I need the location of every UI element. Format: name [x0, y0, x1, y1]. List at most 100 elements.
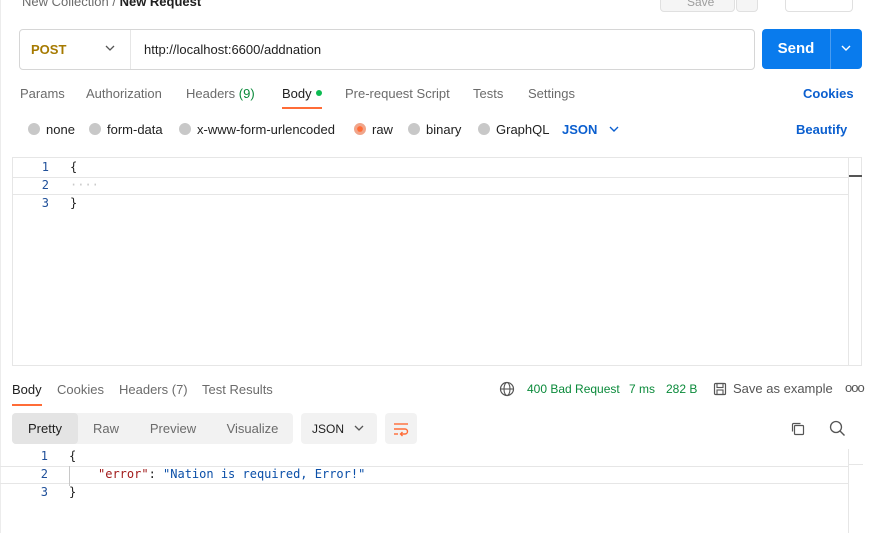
view-preview[interactable]: Preview [134, 413, 212, 444]
radio-urlencoded-label: x-www-form-urlencoded [197, 122, 335, 137]
top-bar: New Collection / New Request Save [0, 0, 875, 14]
url-bar: POST http://localhost:6600/addnation [19, 29, 755, 70]
radio-raw[interactable]: raw [354, 122, 393, 137]
save-dropdown-button[interactable] [736, 0, 758, 12]
radio-none[interactable]: none [28, 122, 75, 137]
save-as-example-button[interactable]: Save as example [713, 381, 833, 396]
code-text: { [69, 449, 77, 463]
scrollbar-thumb[interactable] [849, 449, 863, 465]
headers-count-badge: (9) [238, 86, 255, 101]
send-button[interactable]: Send [762, 40, 830, 57]
save-icon [713, 382, 727, 396]
response-status[interactable]: 400 Bad Request [527, 382, 620, 396]
send-divider [830, 29, 831, 69]
copy-icon[interactable] [790, 421, 806, 437]
response-body-viewer[interactable]: 1 { 2 "error": "Nation is required, Erro… [0, 449, 863, 533]
chevron-down-icon [105, 45, 115, 51]
editor-scrollbar[interactable] [848, 158, 862, 365]
line-number: 2 [41, 178, 49, 192]
edit-comment-toggle[interactable] [785, 0, 853, 12]
radio-circle-icon [478, 123, 490, 135]
beautify-button[interactable]: Beautify [796, 122, 847, 137]
breadcrumb: New Collection / New Request [22, 0, 201, 9]
line-number: 1 [41, 160, 49, 174]
line-number: 3 [40, 485, 48, 499]
indent-guide [69, 466, 70, 486]
globe-icon[interactable] [499, 381, 515, 397]
radio-circle-icon [28, 123, 40, 135]
radio-graphql[interactable]: GraphQL [478, 122, 549, 137]
line-number: 1 [40, 449, 48, 463]
tab-pre-request-script[interactable]: Pre-request Script [345, 86, 450, 101]
code-line: 1 { [13, 160, 849, 178]
response-scrollbar[interactable] [848, 449, 863, 533]
radio-raw-label: raw [372, 122, 393, 137]
radio-graphql-label: GraphQL [496, 122, 550, 137]
response-line: 1 { [0, 449, 848, 467]
json-string-value: "Nation is required, Error!" [163, 467, 366, 481]
breadcrumb-collection[interactable]: New Collection [22, 0, 109, 9]
search-icon[interactable] [829, 420, 846, 437]
body-language-select[interactable]: JSON [562, 122, 619, 137]
response-tab-headers[interactable]: Headers (7) [119, 382, 188, 397]
tab-authorization[interactable]: Authorization [86, 86, 162, 101]
save-as-example-label: Save as example [733, 381, 833, 396]
response-line: 3 } [0, 485, 848, 503]
response-time[interactable]: 7 ms [629, 382, 655, 396]
code-text: "error": "Nation is required, Error!" [98, 467, 365, 481]
response-size[interactable]: 282 B [666, 382, 697, 396]
response-format-label: JSON [312, 422, 345, 436]
url-input[interactable]: http://localhost:6600/addnation [144, 42, 321, 57]
wrap-lines-button[interactable] [385, 413, 417, 444]
body-language-label: JSON [562, 122, 598, 137]
response-tab-cookies[interactable]: Cookies [57, 382, 104, 397]
code-line: 3 } [13, 196, 849, 214]
view-visualize[interactable]: Visualize [212, 413, 293, 444]
radio-circle-icon [179, 123, 191, 135]
json-key: "error" [98, 467, 149, 481]
save-button[interactable]: Save [660, 0, 735, 12]
tab-params[interactable]: Params [20, 86, 65, 101]
active-tab-indicator [282, 107, 322, 109]
tab-headers[interactable]: Headers (9) [186, 86, 255, 101]
code-text: } [70, 196, 78, 210]
wrap-lines-icon [394, 423, 409, 437]
tab-tests[interactable]: Tests [473, 86, 503, 101]
tab-body-label: Body [282, 86, 312, 101]
scrollbar-thumb[interactable] [849, 175, 862, 177]
code-text: } [69, 485, 77, 499]
radio-none-label: none [46, 122, 75, 137]
breadcrumb-separator: / [112, 0, 116, 9]
view-pretty[interactable]: Pretty [12, 413, 78, 444]
radio-circle-icon [408, 123, 420, 135]
whitespace-dots: ···· [70, 178, 99, 192]
response-tab-body[interactable]: Body [12, 382, 42, 397]
request-body-editor[interactable]: 1 { 2 ···· 3 } [12, 157, 862, 366]
body-modified-dot-icon [315, 90, 322, 96]
radio-urlencoded[interactable]: x-www-form-urlencoded [179, 122, 335, 137]
radio-form-data-label: form-data [107, 122, 163, 137]
method-label: POST [31, 42, 67, 57]
radio-binary[interactable]: binary [408, 122, 461, 137]
tab-settings[interactable]: Settings [528, 86, 575, 101]
send-button-group: Send [762, 29, 862, 69]
response-active-tab-indicator [12, 404, 42, 406]
method-select[interactable]: POST [20, 30, 131, 69]
more-options-icon[interactable]: ooo [845, 380, 865, 395]
code-line-current: 2 ···· [13, 177, 849, 195]
json-colon: : [148, 467, 164, 481]
code-text: { [70, 160, 78, 174]
radio-selected-icon [354, 123, 366, 135]
chevron-down-icon [354, 425, 364, 431]
tab-headers-label: Headers [186, 86, 236, 101]
response-format-select[interactable]: JSON [301, 413, 377, 444]
cookies-link[interactable]: Cookies [803, 86, 854, 101]
breadcrumb-request: New Request [119, 0, 202, 9]
response-tab-test-results[interactable]: Test Results [202, 382, 273, 397]
chevron-down-icon[interactable] [839, 41, 853, 55]
response-view-tabs: Pretty Raw Preview Visualize [12, 413, 293, 444]
line-number: 2 [40, 467, 48, 481]
radio-form-data[interactable]: form-data [89, 122, 163, 137]
view-raw[interactable]: Raw [78, 413, 134, 444]
tab-body[interactable]: Body [282, 86, 322, 101]
